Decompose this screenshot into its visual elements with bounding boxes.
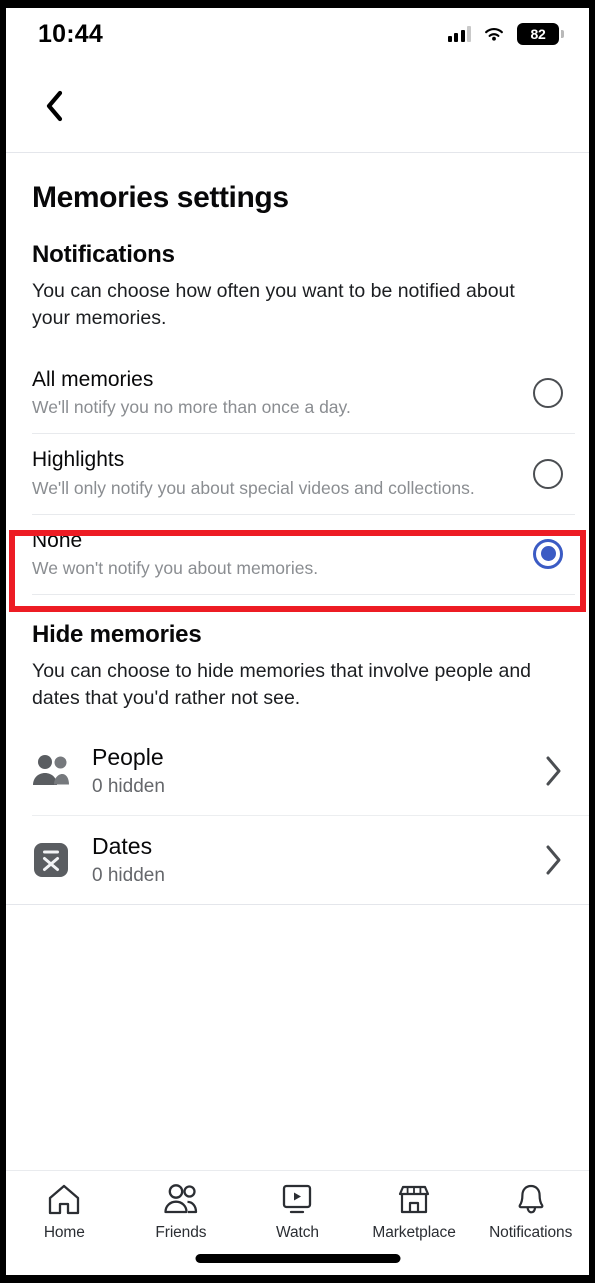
chevron-right-icon[interactable] bbox=[537, 755, 563, 787]
tab-label: Friends bbox=[155, 1224, 207, 1241]
status-bar-time: 10:44 bbox=[38, 19, 103, 48]
radio-all-memories[interactable] bbox=[533, 378, 563, 409]
friends-icon bbox=[164, 1184, 198, 1214]
option-description: We'll notify you no more than once a day… bbox=[32, 397, 351, 418]
cellular-signal-icon bbox=[447, 26, 471, 42]
hide-memories-row-people[interactable]: People 0 hidden bbox=[6, 727, 589, 815]
tab-marketplace[interactable]: Marketplace bbox=[356, 1183, 473, 1242]
option-text: Highlights We'll only notify you about s… bbox=[32, 447, 533, 499]
divider bbox=[6, 904, 589, 906]
chevron-left-icon bbox=[46, 90, 63, 122]
hide-memories-row-dates[interactable]: Dates 0 hidden bbox=[6, 816, 589, 904]
tab-label: Watch bbox=[276, 1224, 319, 1241]
row-text: People 0 hidden bbox=[92, 744, 537, 799]
option-none[interactable]: None We won't notify you about memories. bbox=[6, 514, 589, 595]
option-description: We'll only notify you about special vide… bbox=[32, 477, 475, 498]
page-title: Memories settings bbox=[32, 181, 289, 214]
tab-notifications[interactable]: Notifications bbox=[472, 1183, 589, 1242]
radio-none-selected[interactable] bbox=[533, 538, 563, 569]
tab-label: Notifications bbox=[489, 1224, 573, 1241]
tab-label: Home bbox=[43, 1224, 85, 1241]
tab-label: Marketplace bbox=[372, 1224, 456, 1241]
radio-highlights[interactable] bbox=[533, 458, 563, 489]
row-title: People bbox=[92, 743, 164, 770]
option-text: All memories We'll notify you no more th… bbox=[32, 367, 533, 419]
home-indicator[interactable] bbox=[195, 1254, 400, 1263]
app-screen: 10:44 82 Memories settings Notifications… bbox=[6, 8, 589, 1275]
row-subtitle: 0 hidden bbox=[92, 865, 165, 887]
home-icon bbox=[49, 1184, 80, 1215]
marketplace-store-icon bbox=[398, 1185, 430, 1214]
notifications-section-heading: Notifications bbox=[32, 241, 175, 268]
hide-memories-section-heading: Hide memories bbox=[32, 621, 202, 649]
date-blocked-icon bbox=[28, 841, 74, 879]
notification-options-list: All memories We'll notify you no more th… bbox=[6, 354, 589, 596]
watch-video-icon bbox=[283, 1184, 312, 1214]
chevron-right-icon[interactable] bbox=[537, 844, 563, 876]
option-highlights[interactable]: Highlights We'll only notify you about s… bbox=[6, 434, 589, 514]
option-title: All memories bbox=[32, 368, 154, 392]
status-bar-icons: 82 bbox=[447, 23, 564, 45]
option-description: We won't notify you about memories. bbox=[32, 557, 319, 578]
tab-friends[interactable]: Friends bbox=[123, 1183, 240, 1242]
wifi-icon bbox=[485, 28, 503, 41]
hide-memories-list: People 0 hidden Dates 0 hidden bbox=[6, 727, 589, 906]
tab-home[interactable]: Home bbox=[6, 1183, 123, 1242]
row-title: Dates bbox=[92, 832, 153, 859]
option-text: None We won't notify you about memories. bbox=[32, 528, 533, 580]
back-button[interactable] bbox=[32, 84, 76, 128]
top-navigation-bar bbox=[6, 60, 589, 153]
option-title: Highlights bbox=[32, 448, 125, 472]
hide-memories-section-description: You can choose to hide memories that inv… bbox=[32, 660, 532, 709]
tab-watch[interactable]: Watch bbox=[239, 1183, 356, 1242]
option-all-memories[interactable]: All memories We'll notify you no more th… bbox=[6, 354, 589, 434]
option-title: None bbox=[32, 528, 83, 552]
people-icon bbox=[28, 754, 74, 788]
row-subtitle: 0 hidden bbox=[92, 776, 165, 798]
notifications-section-description: You can choose how often you want to be … bbox=[32, 280, 515, 329]
bell-icon bbox=[518, 1184, 544, 1214]
phone-frame: 10:44 82 Memories settings Notifications… bbox=[0, 0, 595, 1283]
battery-icon: 82 bbox=[517, 23, 564, 45]
battery-level-label: 82 bbox=[530, 26, 546, 42]
status-bar: 10:44 82 bbox=[6, 8, 589, 60]
row-text: Dates 0 hidden bbox=[92, 833, 537, 888]
